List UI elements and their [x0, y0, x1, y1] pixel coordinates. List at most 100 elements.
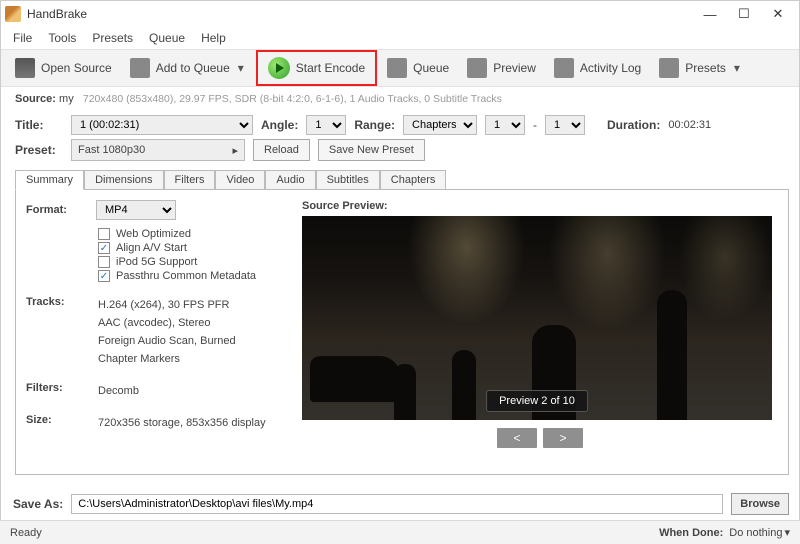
source-name: my: [59, 93, 74, 105]
tab-subtitles[interactable]: Subtitles: [316, 170, 380, 190]
title-bar: HandBrake — ☐ ✕: [1, 1, 799, 27]
menu-queue[interactable]: Queue: [143, 29, 191, 47]
tab-chapters[interactable]: Chapters: [380, 170, 447, 190]
chevron-down-icon[interactable]: ▾: [732, 61, 742, 75]
queue-label: Queue: [413, 61, 449, 75]
source-label: Source:: [15, 93, 56, 105]
log-icon: [554, 58, 574, 78]
tab-audio[interactable]: Audio: [265, 170, 315, 190]
preview-silhouette: [394, 364, 416, 420]
duration-label: Duration:: [607, 118, 660, 132]
tab-summary[interactable]: Summary: [15, 170, 84, 190]
web-optimized-checkbox[interactable]: [98, 228, 110, 240]
angle-select[interactable]: 1: [306, 115, 346, 135]
tracks-label: Tracks:: [26, 296, 98, 368]
tracks-line: Chapter Markers: [98, 350, 236, 368]
save-as-row: Save As: Browse: [13, 493, 789, 515]
browse-button[interactable]: Browse: [731, 493, 789, 515]
preview-counter-badge: Preview 2 of 10: [486, 390, 588, 412]
add-to-queue-label: Add to Queue: [156, 61, 230, 75]
start-encode-button[interactable]: Start Encode: [260, 54, 373, 82]
menu-bar: File Tools Presets Queue Help: [1, 27, 799, 49]
title-row: Title: 1 (00:02:31) Angle: 1 Range: Chap…: [15, 115, 799, 135]
add-to-queue-button[interactable]: Add to Queue ▾: [122, 55, 254, 81]
duration-value: 00:02:31: [668, 119, 711, 131]
status-text: Ready: [10, 527, 42, 539]
ipod-5g-checkbox[interactable]: [98, 256, 110, 268]
range-to-select[interactable]: 1: [545, 115, 585, 135]
open-source-button[interactable]: Open Source: [7, 55, 120, 81]
tabs: Summary Dimensions Filters Video Audio S…: [15, 169, 799, 189]
ipod-5g-label: iPod 5G Support: [116, 256, 197, 268]
source-details: 720x480 (853x480), 29.97 FPS, SDR (8-bit…: [83, 93, 502, 105]
preview-play-icon: [467, 58, 487, 78]
start-encode-label: Start Encode: [296, 61, 365, 75]
play-icon: [268, 57, 290, 79]
passthru-metadata-label: Passthru Common Metadata: [116, 270, 256, 282]
menu-file[interactable]: File: [7, 29, 38, 47]
close-button[interactable]: ✕: [761, 3, 795, 25]
activity-log-label: Activity Log: [580, 61, 641, 75]
preview-prev-button[interactable]: <: [497, 428, 537, 448]
chevron-right-icon: ▸: [232, 144, 238, 157]
size-label: Size:: [26, 414, 98, 432]
format-select[interactable]: MP4: [96, 200, 176, 220]
range-dash: -: [533, 118, 537, 132]
preview-silhouette: [310, 356, 400, 402]
pictures-stack-icon: [387, 58, 407, 78]
filters-label: Filters:: [26, 382, 98, 400]
passthru-metadata-checkbox[interactable]: [98, 270, 110, 282]
activity-log-button[interactable]: Activity Log: [546, 55, 649, 81]
when-done-select[interactable]: Do nothing ▾: [729, 526, 790, 539]
menu-tools[interactable]: Tools: [42, 29, 82, 47]
when-done-value: Do nothing: [729, 527, 782, 539]
source-preview-image: Preview 2 of 10: [302, 216, 772, 420]
tab-video[interactable]: Video: [215, 170, 265, 190]
minimize-button[interactable]: —: [693, 3, 727, 25]
save-as-label: Save As:: [13, 497, 63, 511]
window-title: HandBrake: [27, 7, 693, 21]
title-label: Title:: [15, 118, 63, 132]
range-type-select[interactable]: Chapters: [403, 115, 477, 135]
preview-next-button[interactable]: >: [543, 428, 583, 448]
save-new-preset-button[interactable]: Save New Preset: [318, 139, 425, 161]
start-encode-highlight: Start Encode: [256, 50, 377, 86]
app-icon: [5, 6, 21, 22]
preview-label: Preview: [493, 61, 536, 75]
queue-button[interactable]: Queue: [379, 55, 457, 81]
picture-plus-icon: [130, 58, 150, 78]
preview-button[interactable]: Preview: [459, 55, 544, 81]
chevron-down-icon[interactable]: ▾: [236, 61, 246, 75]
tracks-line: AAC (avcodec), Stereo: [98, 314, 236, 332]
tab-filters[interactable]: Filters: [164, 170, 216, 190]
reload-button[interactable]: Reload: [253, 139, 310, 161]
tab-dimensions[interactable]: Dimensions: [84, 170, 163, 190]
size-value: 720x356 storage, 853x356 display: [98, 414, 266, 432]
preset-select[interactable]: Fast 1080p30 ▸: [71, 139, 245, 161]
filters-value: Decomb: [98, 382, 139, 400]
preset-label: Preset:: [15, 143, 63, 157]
menu-help[interactable]: Help: [195, 29, 232, 47]
toolbar: Open Source Add to Queue ▾ Start Encode …: [1, 49, 799, 87]
presets-label: Presets: [685, 61, 726, 75]
align-av-start-checkbox[interactable]: [98, 242, 110, 254]
preset-row: Preset: Fast 1080p30 ▸ Reload Save New P…: [15, 139, 799, 161]
status-bar: Ready When Done: Do nothing ▾: [0, 520, 800, 544]
format-label: Format:: [26, 204, 84, 216]
preset-value: Fast 1080p30: [78, 144, 145, 156]
menu-presets[interactable]: Presets: [86, 29, 139, 47]
preview-silhouette: [657, 290, 687, 420]
range-from-select[interactable]: 1: [485, 115, 525, 135]
source-line: Source: my 720x480 (853x480), 29.97 FPS,…: [15, 93, 799, 105]
web-optimized-label: Web Optimized: [116, 228, 191, 240]
range-label: Range:: [354, 118, 395, 132]
title-select[interactable]: 1 (00:02:31): [71, 115, 253, 135]
save-as-path-input[interactable]: [71, 494, 723, 514]
source-preview-label: Source Preview:: [302, 200, 778, 212]
film-icon: [15, 58, 35, 78]
maximize-button[interactable]: ☐: [727, 3, 761, 25]
open-source-label: Open Source: [41, 61, 112, 75]
tracks-line: H.264 (x264), 30 FPS PFR: [98, 296, 236, 314]
presets-button[interactable]: Presets ▾: [651, 55, 750, 81]
tracks-line: Foreign Audio Scan, Burned: [98, 332, 236, 350]
